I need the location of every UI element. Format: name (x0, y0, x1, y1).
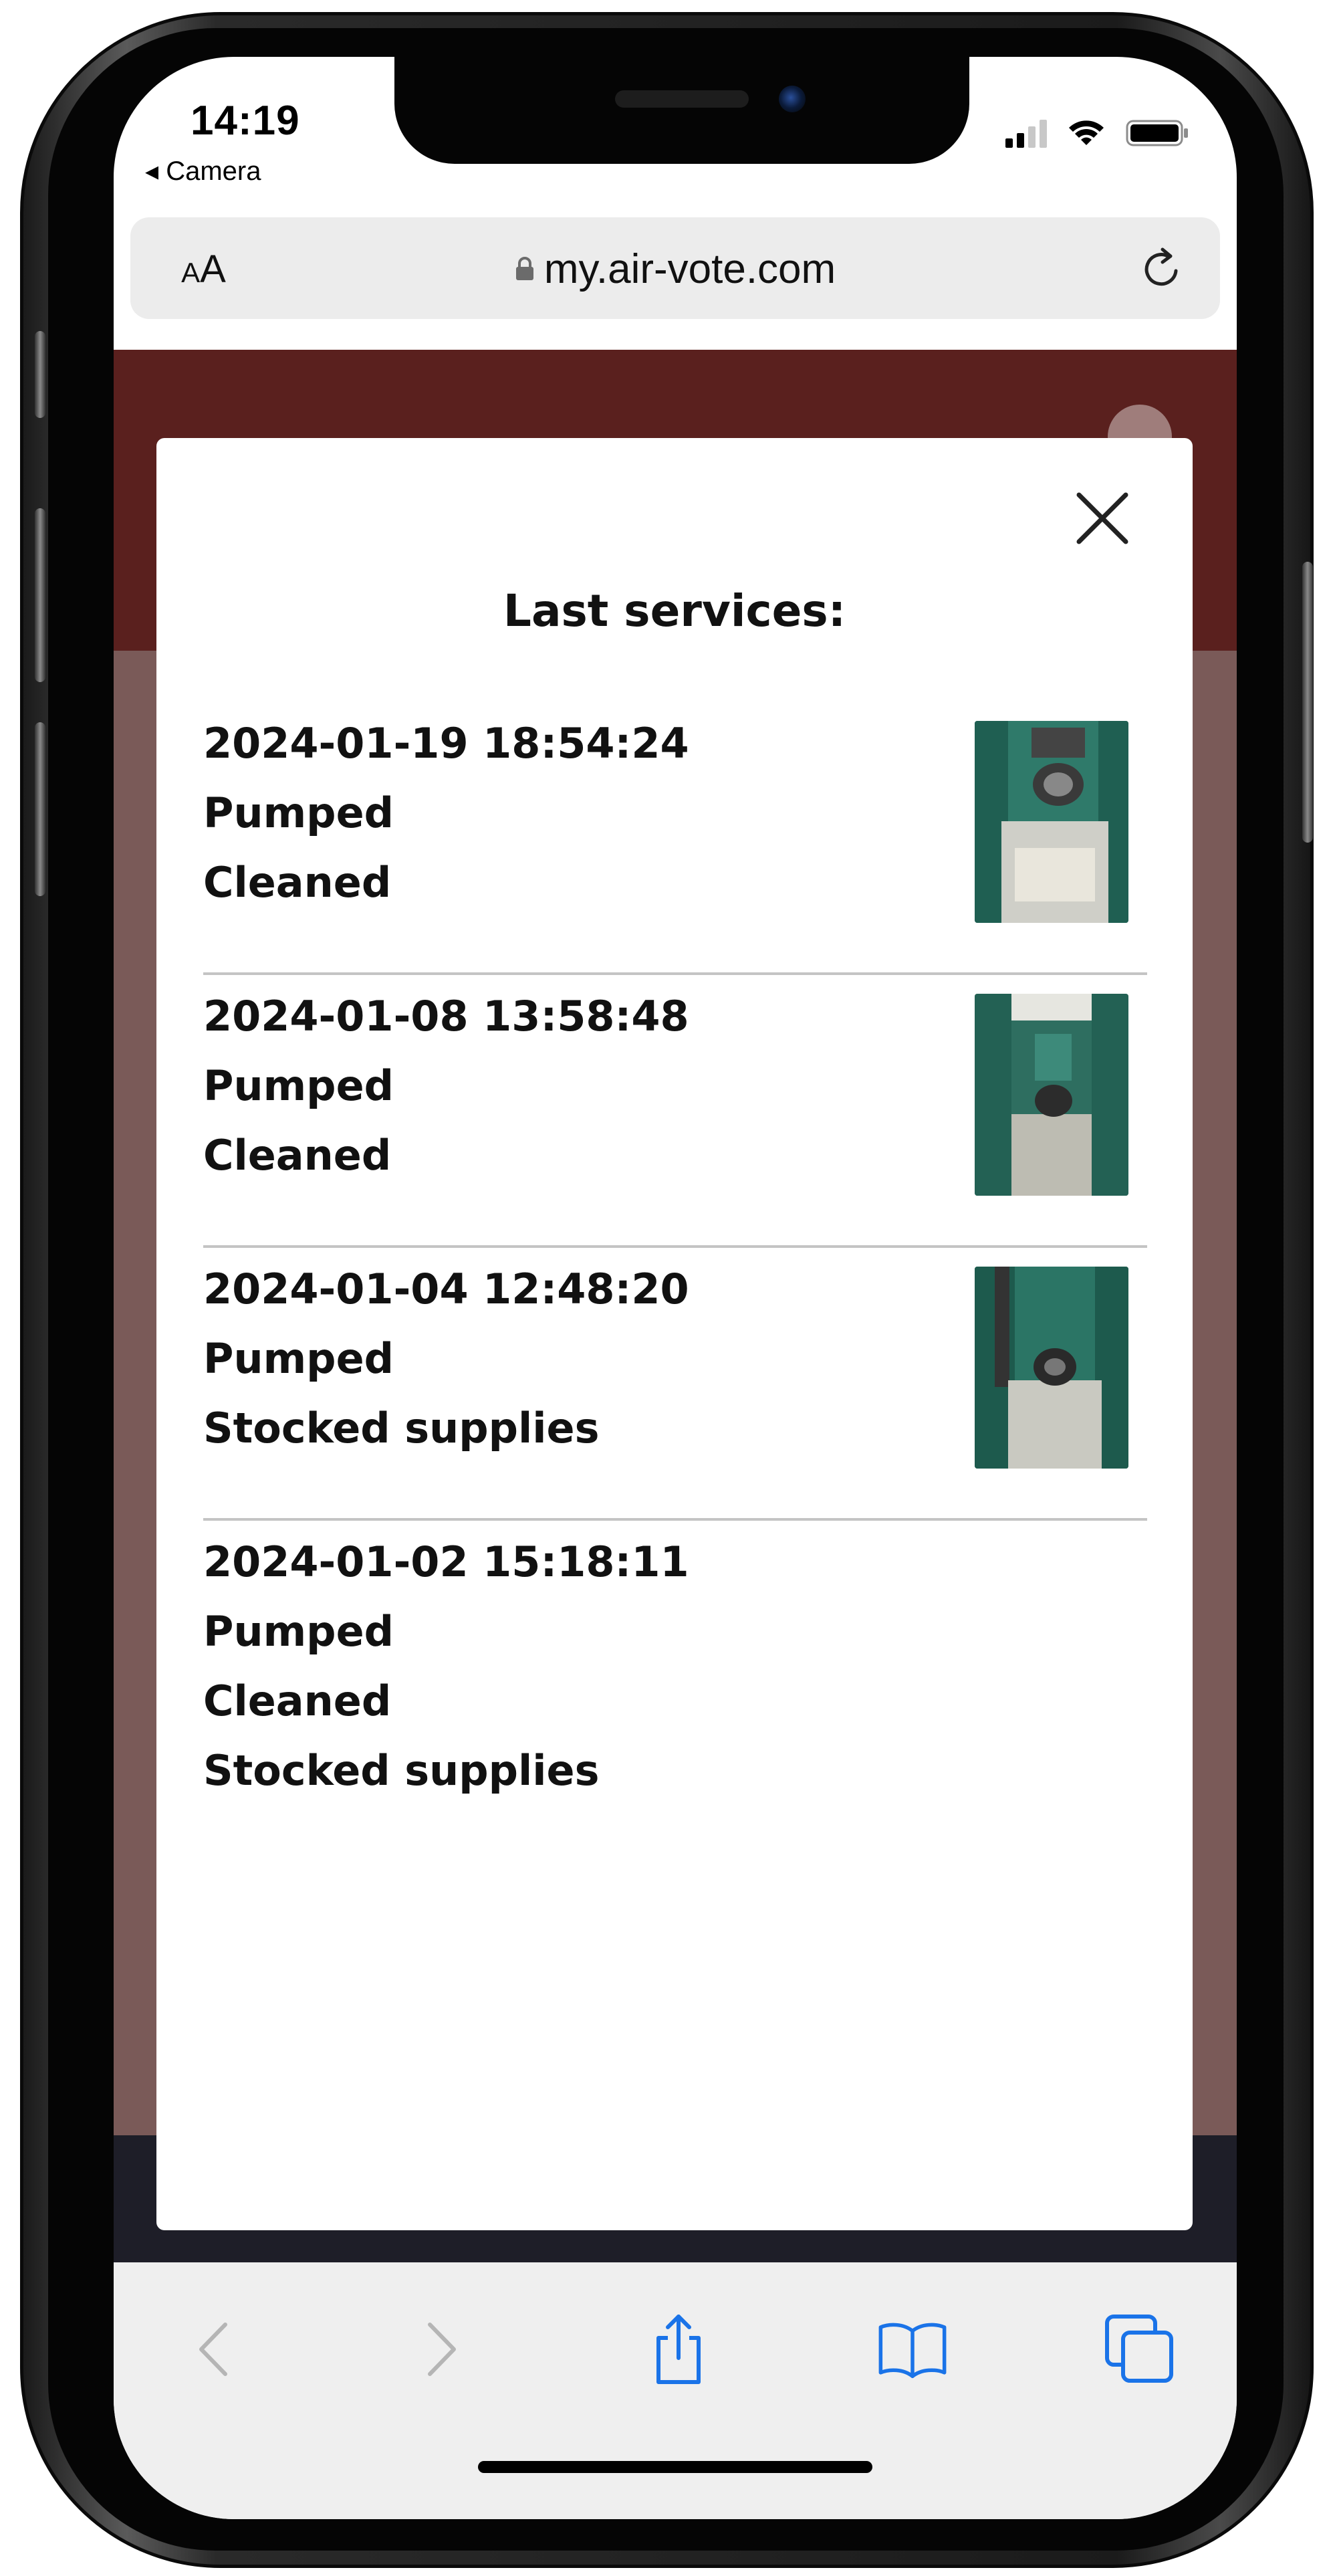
service-timestamp: 2024-01-02 15:18:11 (203, 1537, 689, 1586)
browser-toolbar (114, 2262, 1237, 2519)
share-icon (656, 2315, 701, 2384)
bookmarks-icon (878, 2323, 947, 2379)
service-entry: 2024-01-19 18:54:24 Pumped Cleaned (203, 702, 1147, 975)
lock-icon (515, 256, 533, 280)
status-time: 14:19 (191, 98, 300, 144)
service-entry: 2024-01-04 12:48:20 Pumped Stocked suppl… (203, 1248, 1147, 1521)
tabs-button[interactable] (1103, 2313, 1177, 2386)
service-action: Cleaned (203, 1677, 392, 1725)
service-photo-thumbnail[interactable] (975, 994, 1128, 1196)
service-entry: 2024-01-02 15:18:11 Pumped Cleaned Stock… (203, 1521, 1147, 1795)
back-button[interactable] (177, 2313, 251, 2386)
services-modal: Last services: 2024-01-19 18:54:24 Pumpe… (156, 438, 1193, 2230)
forward-icon (428, 2323, 456, 2376)
service-list: 2024-01-19 18:54:24 Pumped Cleaned 2024-… (203, 702, 1147, 1795)
url-display[interactable]: my.air-vote.com (130, 245, 1220, 293)
phone-screen: 14:19 ◂ Camera AA AA my.air (114, 57, 1237, 2519)
wifi-icon (1069, 120, 1104, 145)
home-indicator[interactable] (478, 2461, 872, 2473)
front-camera (779, 86, 806, 112)
back-icon (199, 2323, 227, 2376)
speaker-grille (615, 90, 749, 108)
url-text: my.air-vote.com (543, 246, 836, 292)
mute-switch (35, 331, 45, 418)
service-action: Pumped (203, 1607, 394, 1656)
address-bar[interactable]: AA AA my.air-vote.com (130, 217, 1220, 319)
power-button (1302, 562, 1313, 843)
back-to-app-link[interactable]: ◂ Camera (145, 156, 261, 187)
battery-icon (1126, 120, 1188, 146)
volume-down-button (35, 722, 45, 896)
service-entry: 2024-01-08 13:58:48 Pumped Cleaned (203, 975, 1147, 1248)
modal-title: Last services: (503, 585, 846, 637)
tabs-icon (1105, 2315, 1173, 2383)
share-button[interactable] (642, 2313, 715, 2386)
cellular-signal-icon (1005, 118, 1047, 148)
reload-icon[interactable] (1137, 244, 1187, 294)
service-photo-thumbnail[interactable] (975, 1267, 1128, 1469)
bookmarks-button[interactable] (876, 2313, 949, 2386)
forward-button[interactable] (404, 2313, 478, 2386)
service-photo-thumbnail[interactable] (975, 721, 1128, 923)
service-action: Stocked supplies (203, 1746, 600, 1795)
notch (394, 57, 969, 164)
status-icons (1005, 118, 1190, 148)
volume-up-button (35, 508, 45, 682)
close-icon[interactable] (1072, 488, 1132, 548)
